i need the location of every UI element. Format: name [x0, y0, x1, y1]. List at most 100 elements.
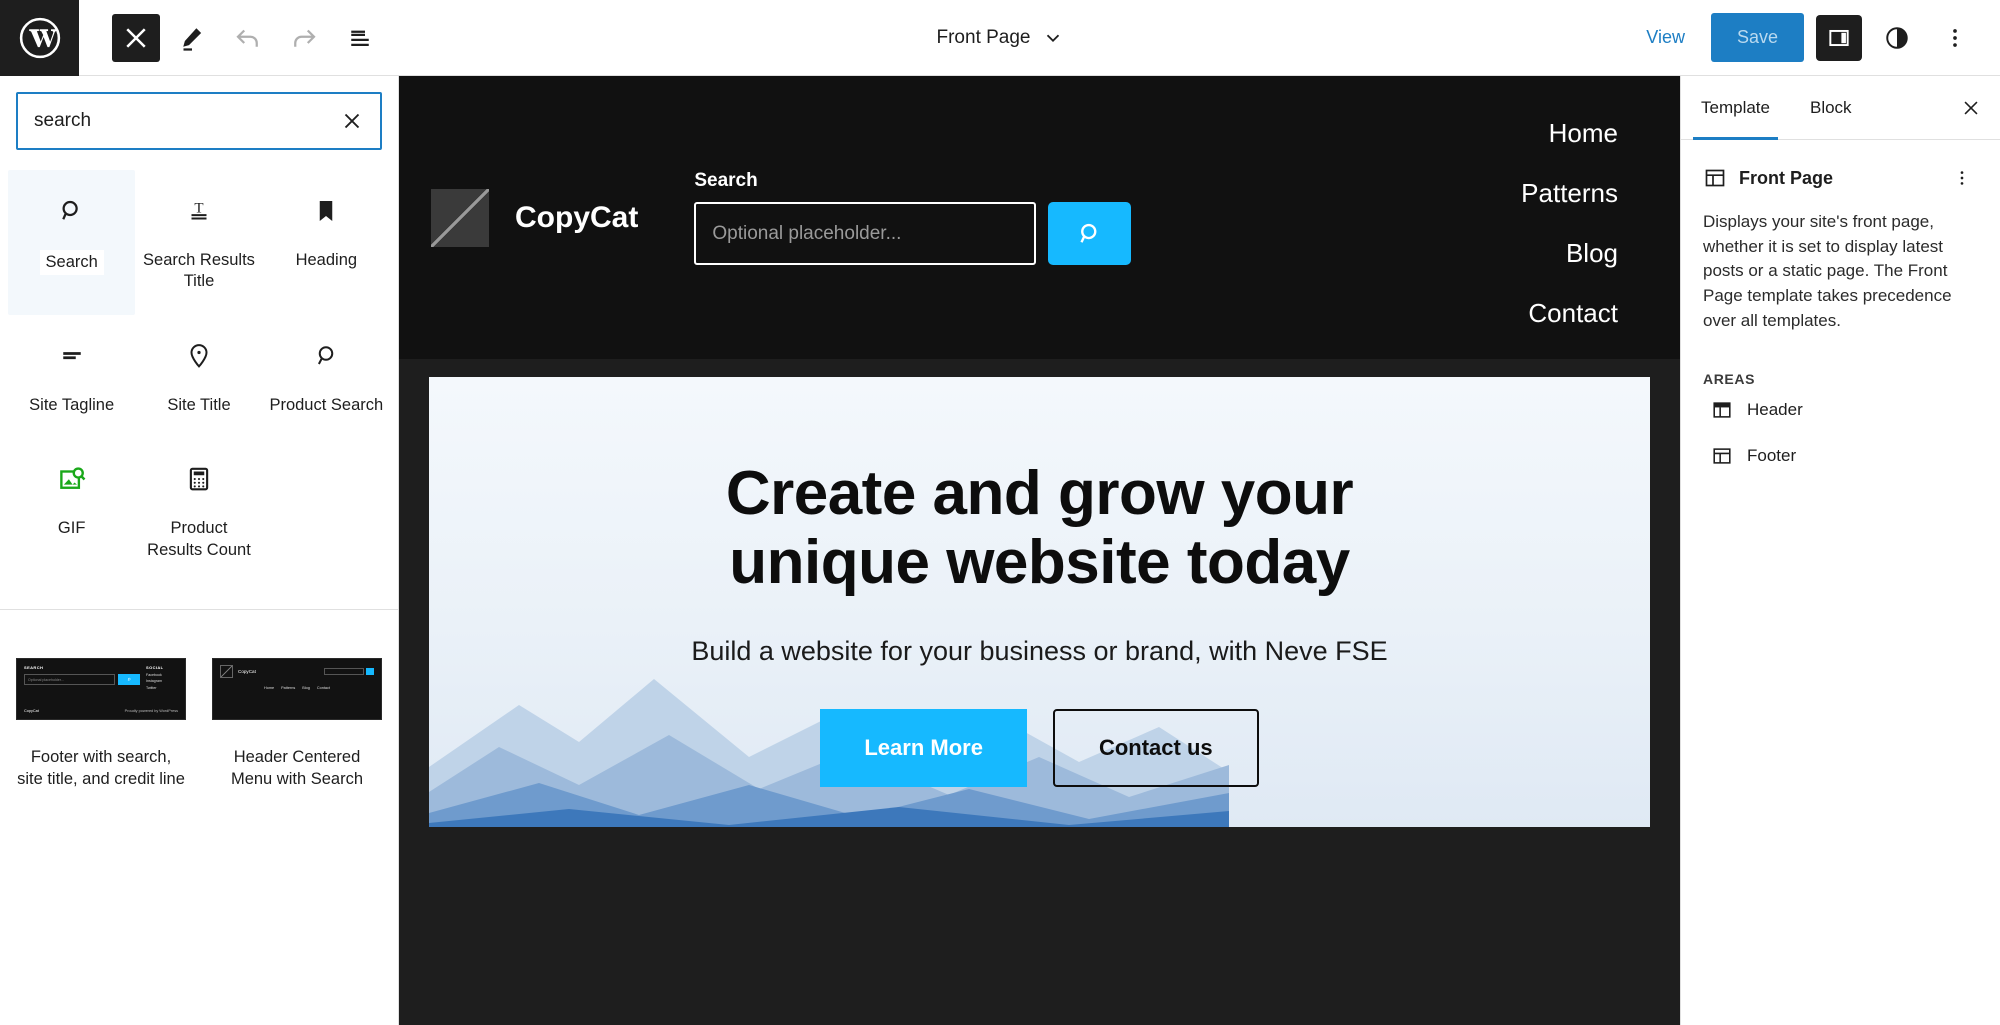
sidebar-tabs: Template Block: [1681, 76, 2000, 140]
pattern-thumb-social-link: Twitter: [146, 685, 157, 690]
block-label: Site Title: [167, 395, 231, 414]
block-item-site-tagline[interactable]: Site Tagline: [8, 315, 135, 438]
footer-area-icon: [1713, 448, 1731, 464]
redo-button[interactable]: [280, 14, 328, 62]
pattern-thumb-nav: Home Patterns Blog Contact: [220, 686, 374, 690]
inserter-search-wrap: [0, 76, 398, 170]
block-icon-wrap: [311, 190, 341, 232]
block-label: Heading: [295, 251, 358, 269]
block-item-search-results-title[interactable]: T Search Results Title: [135, 170, 262, 315]
block-icon-wrap: [184, 335, 214, 377]
pattern-thumb-top-row: SEARCH Optional placeholder... SOCIAL Fa…: [24, 665, 178, 690]
nav-link-contact[interactable]: Contact: [1528, 298, 1618, 329]
tab-template[interactable]: Template: [1681, 76, 1790, 140]
site-header-block[interactable]: CopyCat Search Optional placeholder... H…: [399, 76, 1680, 359]
search-block-row: Optional placeholder...: [694, 202, 1132, 265]
canvas-footer-spacer: [429, 827, 1650, 887]
hero-heading: Create and grow your unique website toda…: [725, 459, 1354, 598]
area-item-footer[interactable]: Footer: [1703, 433, 1978, 479]
hero-buttons: Learn More Contact us: [820, 708, 1259, 787]
contrast-styles-icon: [1886, 26, 1908, 49]
areas-section-label: AREAS: [1703, 371, 1756, 388]
search-input[interactable]: [18, 110, 329, 132]
pattern-thumb-social-link: Instagram: [146, 679, 162, 684]
template-layout-icon: [1705, 169, 1725, 187]
more-options-vertical-icon: [1960, 171, 1964, 185]
block-label: GIF: [57, 519, 86, 538]
hero-cover-block[interactable]: Create and grow your unique website toda…: [429, 377, 1650, 827]
redo-icon: [294, 29, 316, 47]
pattern-card-header-centered[interactable]: CopyCat Home Patterns Blog Contact Heade…: [212, 658, 382, 791]
pattern-caption: Header Centered Menu with Search: [230, 748, 364, 789]
close-icon: [126, 27, 146, 48]
search-block-button[interactable]: [1048, 202, 1132, 265]
more-options-button[interactable]: [1932, 15, 1978, 61]
pattern-thumb-search: [324, 668, 374, 676]
template-name: Front Page: [1739, 167, 1834, 188]
tab-block[interactable]: Block: [1790, 76, 1872, 140]
editor-body: Search T Search Results Title: [0, 76, 2000, 1025]
nav-link-blog[interactable]: Blog: [1566, 238, 1618, 269]
map-pin-icon: [190, 343, 208, 368]
magnifier-icon: [1080, 223, 1097, 243]
close-inserter-button[interactable]: [112, 13, 160, 62]
site-navigation[interactable]: Home Patterns Blog Contact: [1521, 106, 1648, 329]
pattern-thumb-site-title: CopyCat: [24, 709, 39, 714]
undo-button[interactable]: [224, 14, 272, 62]
two-lines-tagline-icon: [62, 352, 81, 359]
block-item-site-title[interactable]: Site Title: [135, 315, 262, 438]
block-item-gif[interactable]: GIF: [8, 438, 135, 583]
pattern-thumb-search-button: [366, 668, 374, 676]
block-item-heading[interactable]: Heading: [263, 170, 390, 315]
settings-sidebar-toggle-button[interactable]: [1816, 14, 1862, 61]
gif-image-search-icon: [59, 467, 86, 490]
site-title: CopyCat: [515, 200, 639, 234]
editor-canvas[interactable]: CopyCat Search Optional placeholder... H…: [399, 76, 1680, 1025]
undo-icon: [236, 29, 258, 47]
styles-button[interactable]: [1874, 15, 1920, 61]
search-block-input[interactable]: Optional placeholder...: [694, 202, 1037, 265]
template-actions-button[interactable]: [1946, 162, 1978, 194]
wordpress-logo-button[interactable]: [0, 0, 79, 76]
hero-secondary-button[interactable]: Contact us: [1052, 708, 1259, 787]
search-block[interactable]: Search Optional placeholder...: [694, 170, 1132, 265]
search-field[interactable]: [16, 92, 382, 150]
hero-subheading: Build a website for your business or bra…: [691, 635, 1388, 666]
block-label: Site Tagline: [29, 395, 115, 414]
pattern-results: SEARCH Optional placeholder... SOCIAL Fa…: [0, 610, 398, 791]
nav-link-patterns[interactable]: Patterns: [1521, 178, 1618, 209]
block-inserter-panel: Search T Search Results Title: [0, 76, 399, 1025]
block-icon-wrap: [57, 335, 87, 377]
pattern-thumbnail: SEARCH Optional placeholder... SOCIAL Fa…: [16, 658, 186, 721]
text-underline-title-icon: T: [191, 200, 207, 220]
settings-sidebar: Template Block Front Page Displays your …: [1680, 76, 2000, 1025]
save-button[interactable]: Save: [1710, 13, 1804, 62]
bookmark-heading-icon: [320, 201, 333, 221]
block-label: Product Search: [269, 395, 384, 414]
list-view-icon: [351, 30, 369, 46]
list-view-button[interactable]: [336, 14, 384, 62]
view-button[interactable]: View: [1632, 17, 1699, 58]
pattern-card-footer-search[interactable]: SEARCH Optional placeholder... SOCIAL Fa…: [16, 658, 186, 791]
wordpress-site-editor: Front Page View Save search Search T Sea…: [0, 0, 2000, 1025]
nav-link-home[interactable]: Home: [1549, 118, 1618, 149]
block-item-product-search[interactable]: Product Search: [263, 315, 390, 438]
block-label: Product Results Count: [147, 519, 251, 559]
clear-search-button[interactable]: [329, 98, 375, 144]
header-area-icon: [1713, 402, 1731, 418]
block-item-search[interactable]: Search: [8, 170, 136, 315]
hero-primary-button[interactable]: Learn More: [820, 708, 1027, 787]
pattern-thumb-search-col: SEARCH Optional placeholder...: [24, 665, 140, 690]
pattern-thumb-search-input: Optional placeholder...: [24, 674, 115, 686]
pattern-caption: Footer with search, site title, and cred…: [17, 748, 185, 789]
toolbar-left-group: [79, 13, 384, 62]
close-icon: [1964, 100, 1978, 115]
close-sidebar-button[interactable]: [1950, 87, 1992, 129]
block-item-product-results-count[interactable]: Product Results Count: [135, 438, 262, 583]
edit-mode-button[interactable]: [168, 14, 216, 62]
document-title-button[interactable]: Front Page: [927, 21, 1074, 55]
site-branding[interactable]: CopyCat: [431, 188, 639, 247]
site-header-inner: CopyCat Search Optional placeholder... H…: [399, 76, 1680, 359]
block-icon-wrap: [57, 458, 87, 500]
area-item-header[interactable]: Header: [1703, 387, 1978, 433]
